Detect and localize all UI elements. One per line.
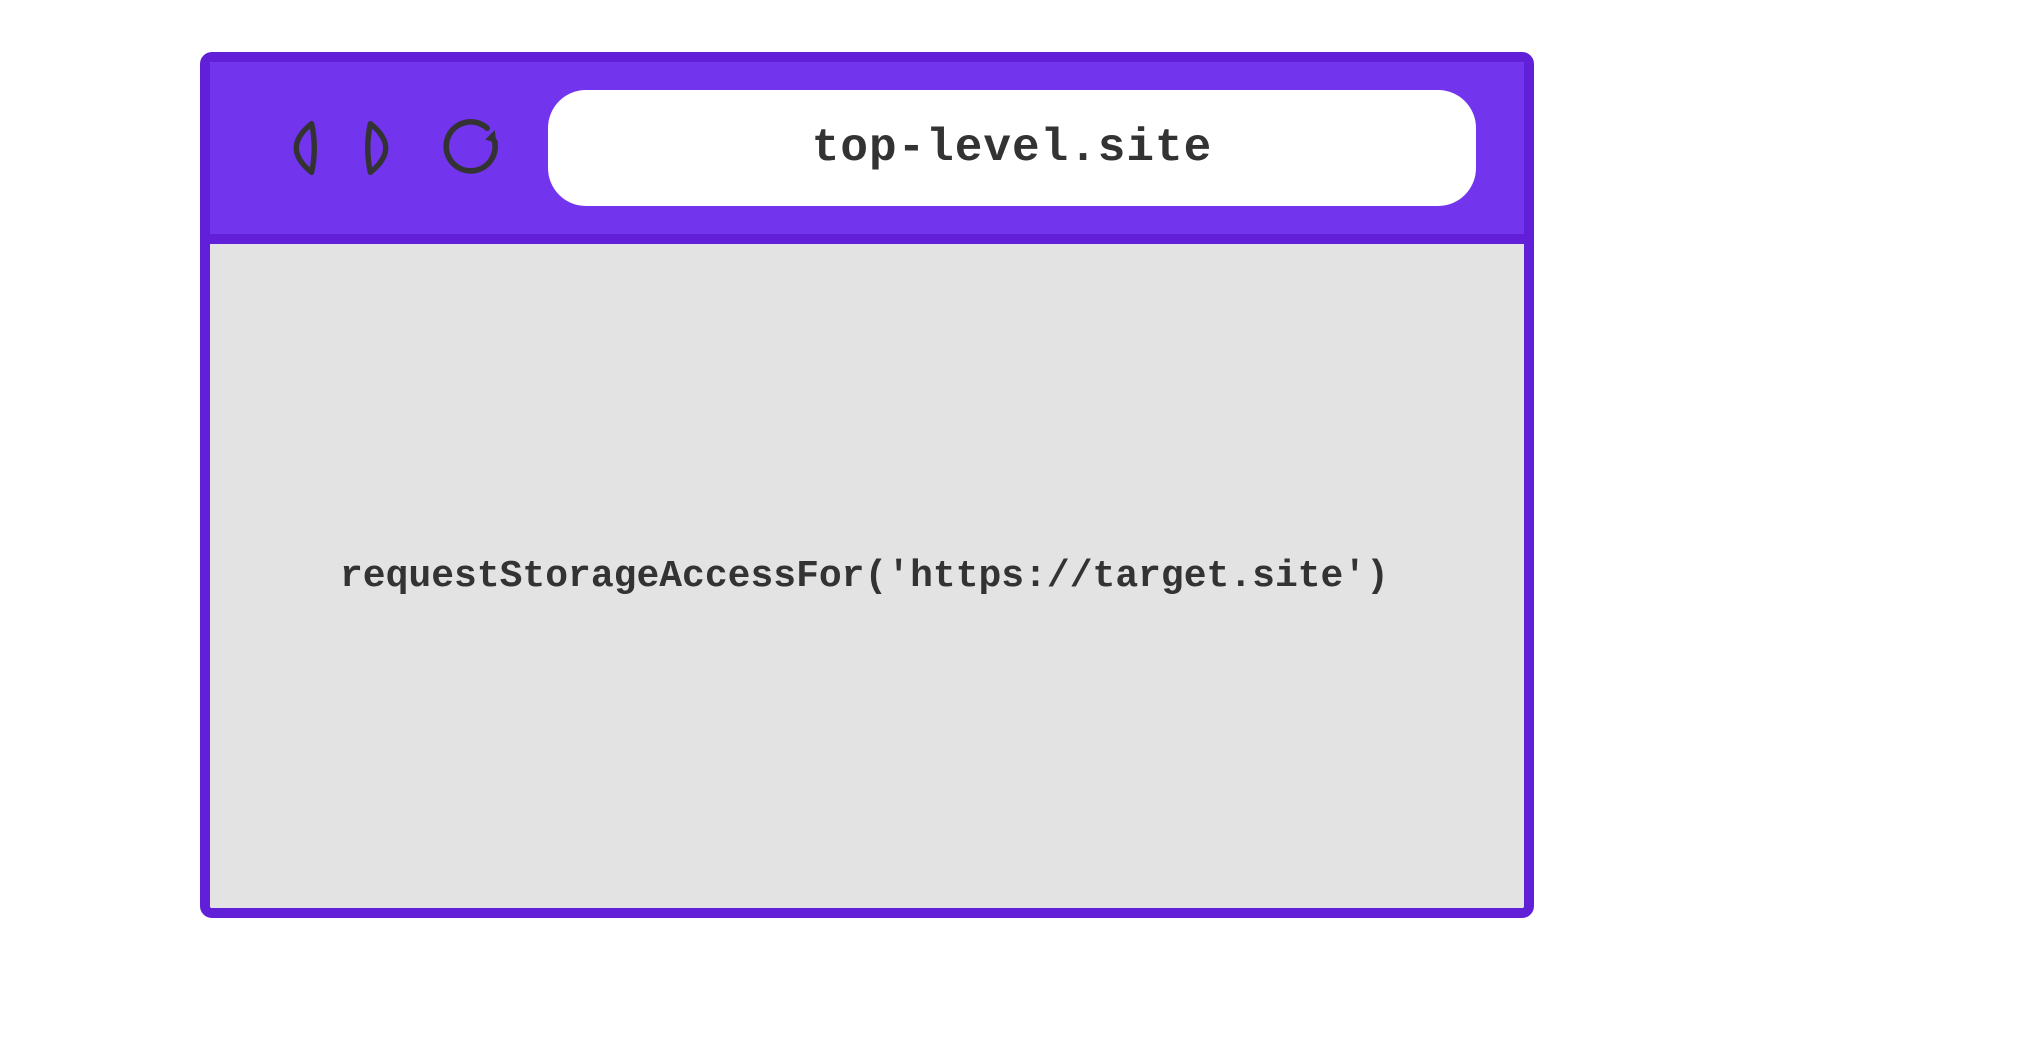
reload-icon[interactable] bbox=[438, 113, 508, 183]
address-bar[interactable]: top-level.site bbox=[548, 90, 1476, 206]
browser-toolbar: top-level.site bbox=[210, 62, 1524, 244]
nav-controls bbox=[270, 113, 508, 183]
address-text: top-level.site bbox=[812, 122, 1212, 174]
back-icon[interactable] bbox=[270, 115, 328, 181]
page-content: requestStorageAccessFor('https://target.… bbox=[210, 244, 1524, 908]
code-snippet: requestStorageAccessFor('https://target.… bbox=[340, 555, 1389, 598]
browser-window: top-level.site requestStorageAccessFor('… bbox=[200, 52, 1534, 918]
forward-icon[interactable] bbox=[354, 115, 412, 181]
